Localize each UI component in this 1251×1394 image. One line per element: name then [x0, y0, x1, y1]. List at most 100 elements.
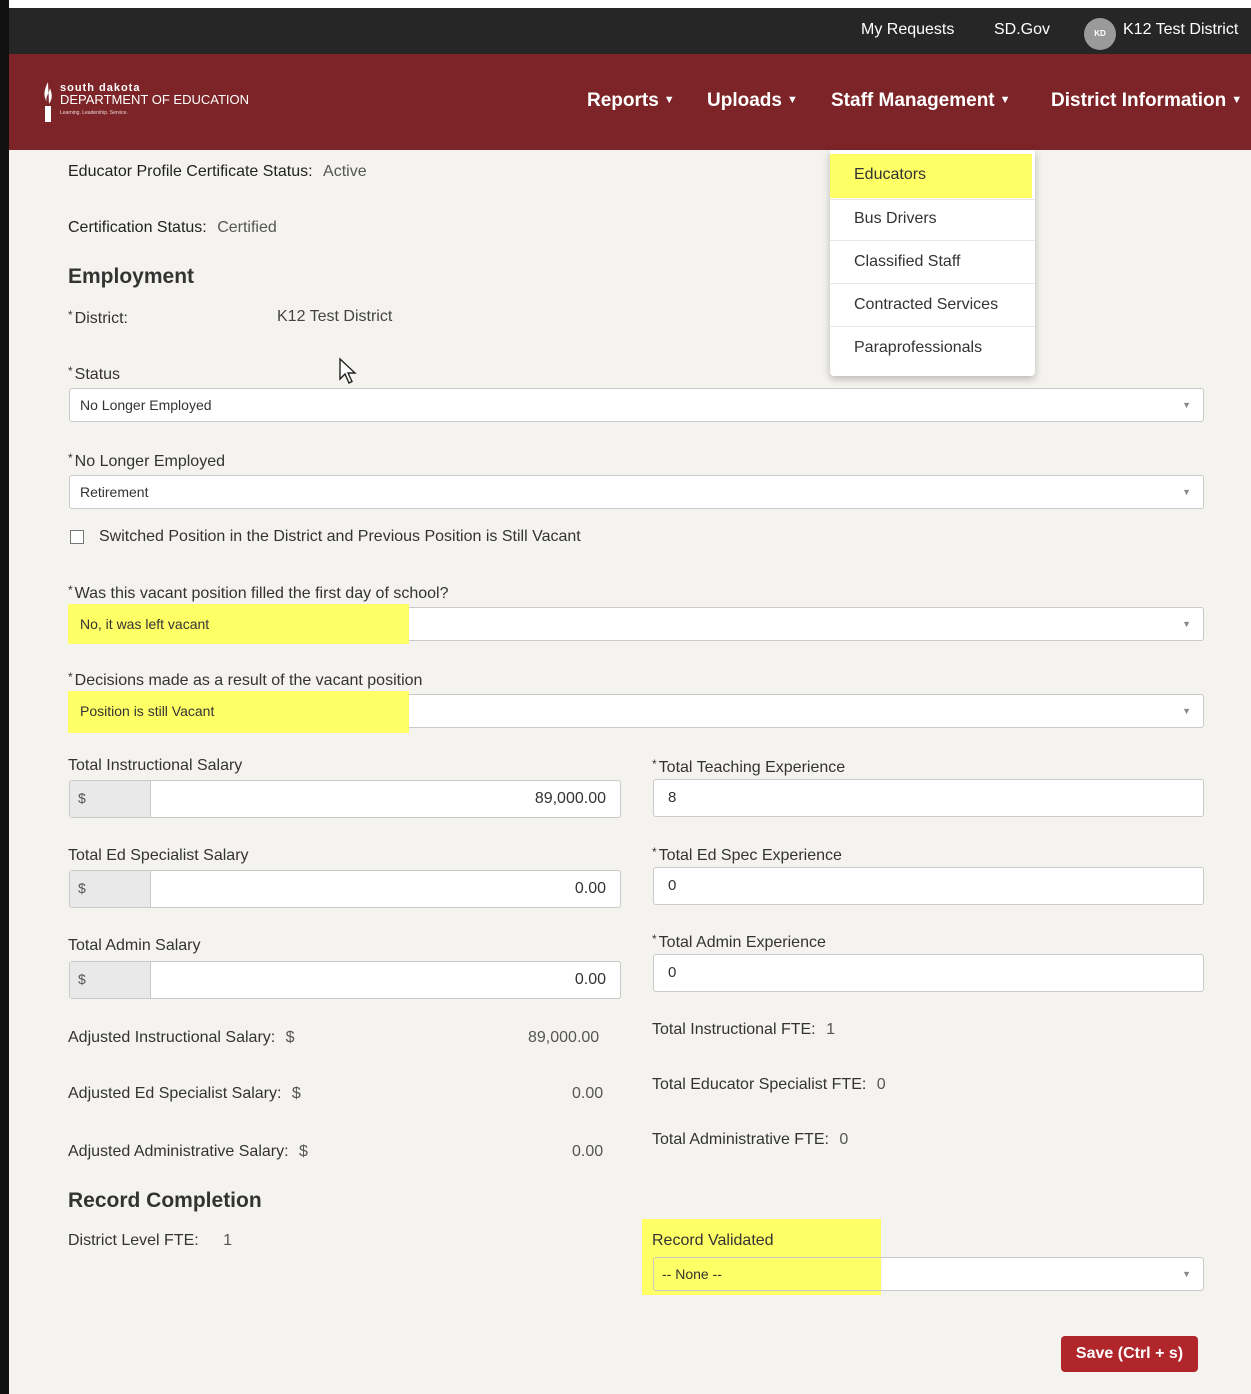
adj-admin-value: 0.00	[572, 1143, 604, 1160]
nav-uploads[interactable]: Uploads ▼	[707, 90, 798, 112]
instructional-salary-input[interactable]: $ 89,000.00	[69, 780, 621, 818]
status-select[interactable]: No Longer Employed ▼	[69, 388, 1204, 422]
ed-spec-exp-value: 0	[668, 877, 677, 894]
save-button[interactable]: Save (Ctrl + s)	[1061, 1336, 1198, 1372]
logo-line2: DEPARTMENT OF EDUCATION	[60, 92, 249, 107]
adj-instructional-label: Adjusted Instructional Salary:	[68, 1029, 276, 1046]
district-label: District:	[74, 310, 128, 327]
admin-fte-value: 0	[839, 1131, 849, 1148]
teaching-exp-label: Total Teaching Experience	[658, 759, 846, 776]
district-fte-row: District Level FTE: 1	[68, 1232, 232, 1250]
admin-salary-input[interactable]: $ 0.00	[69, 961, 621, 999]
vacant-filled-select[interactable]: No, it was left vacant ▼	[68, 604, 1204, 644]
nav-reports[interactable]: Reports ▼	[587, 90, 675, 112]
nle-label-row: * No Longer Employed	[68, 451, 225, 471]
nav-district-information[interactable]: District Information ▼	[1051, 90, 1242, 112]
record-validated-value: -- None --	[662, 1266, 722, 1282]
certification-row: Certification Status: Certified	[68, 219, 277, 237]
currency-addon: $	[70, 871, 151, 907]
menu-item-contracted-services[interactable]: Contracted Services	[830, 284, 1035, 327]
currency-addon: $	[70, 962, 151, 998]
teaching-exp-input[interactable]: 8	[653, 779, 1204, 817]
status-label-row: * Status	[68, 364, 120, 384]
currency-symbol: $	[78, 790, 86, 806]
menu-item-label: Bus Drivers	[854, 210, 937, 227]
district-value: K12 Test District	[277, 308, 393, 325]
top-utility-bar: My Requests SD.Gov KD K12 Test District	[9, 8, 1251, 54]
district-label-row: * District:	[68, 308, 128, 328]
caret-down-icon: ▼	[999, 94, 1011, 106]
adj-ed-spec-value: 0.00	[572, 1085, 604, 1102]
menu-item-classified-staff[interactable]: Classified Staff	[830, 241, 1035, 284]
ed-spec-salary-value: 0.00	[574, 880, 606, 897]
vacant-filled-label: Was this vacant position filled the firs…	[74, 585, 449, 602]
logo-tagline: Learning. Leadership. Service.	[60, 110, 128, 116]
teaching-exp-label-row: * Total Teaching Experience	[652, 757, 845, 777]
educator-spec-fte-value: 0	[876, 1076, 886, 1093]
adj-currency-symbol: $	[291, 1085, 301, 1102]
nle-label: No Longer Employed	[74, 453, 225, 470]
admin-salary-label: Total Admin Salary	[68, 937, 201, 954]
menu-item-educators[interactable]: Educators	[830, 154, 1035, 200]
nav-staff-management-label: Staff Management	[831, 90, 995, 111]
adj-instructional-value: 89,000.00	[528, 1029, 600, 1046]
record-validated-select[interactable]: -- None -- ▼	[653, 1257, 1204, 1291]
ed-spec-exp-input[interactable]: 0	[653, 867, 1204, 905]
admin-fte-label: Total Administrative FTE:	[652, 1131, 829, 1148]
menu-item-label: Paraprofessionals	[854, 339, 983, 356]
district-fte-value: 1	[223, 1232, 233, 1249]
employment-heading: Employment	[68, 265, 195, 288]
chevron-down-icon: ▼	[1182, 706, 1191, 716]
admin-exp-label-row: * Total Admin Experience	[652, 932, 826, 952]
required-marker: *	[68, 670, 73, 684]
decisions-value: Position is still Vacant	[80, 703, 215, 719]
admin-fte-row: Total Administrative FTE: 0	[652, 1131, 848, 1149]
switched-position-label: Switched Position in the District and Pr…	[99, 528, 581, 545]
instructional-salary-label: Total Instructional Salary	[68, 757, 243, 774]
admin-salary-value: 0.00	[574, 971, 606, 988]
ed-spec-exp-label: Total Ed Spec Experience	[658, 847, 842, 864]
user-menu-link[interactable]: K12 Test District	[1123, 21, 1238, 39]
staff-management-menu: Educators Bus Drivers Classified Staff C…	[830, 150, 1035, 376]
admin-exp-input[interactable]: 0	[653, 954, 1204, 992]
vacant-filled-label-row: * Was this vacant position filled the fir…	[68, 583, 448, 603]
status-select-value: No Longer Employed	[80, 397, 212, 413]
main-navbar: south dakota DEPARTMENT OF EDUCATION Lea…	[9, 54, 1251, 150]
nav-staff-management[interactable]: Staff Management ▼	[831, 90, 1011, 112]
status-label: Status	[74, 366, 121, 383]
record-validated-label: Record Validated	[652, 1232, 774, 1249]
ed-spec-salary-input[interactable]: $ 0.00	[69, 870, 621, 908]
adj-currency-symbol: $	[299, 1143, 308, 1160]
caret-down-icon: ▼	[663, 94, 675, 106]
adj-currency-symbol: $	[285, 1029, 295, 1046]
menu-item-label: Classified Staff	[854, 253, 961, 270]
instructional-fte-value: 1	[826, 1021, 835, 1038]
sd-gov-link[interactable]: SD.Gov	[994, 21, 1050, 39]
ed-spec-exp-label-row: * Total Ed Spec Experience	[652, 845, 842, 865]
caret-down-icon: ▼	[1231, 94, 1243, 106]
nle-reason-select[interactable]: Retirement ▼	[69, 475, 1204, 509]
decisions-select[interactable]: Position is still Vacant ▼	[68, 691, 1204, 733]
admin-exp-label: Total Admin Experience	[658, 934, 826, 951]
instructional-fte-label: Total Instructional FTE:	[652, 1021, 816, 1038]
cert-status-label: Educator Profile Certificate Status:	[68, 163, 313, 180]
adj-ed-spec-row: Adjusted Ed Specialist Salary: $	[68, 1085, 301, 1103]
certification-label: Certification Status:	[68, 219, 207, 236]
chevron-down-icon: ▼	[1182, 487, 1191, 497]
teaching-exp-value: 8	[668, 789, 677, 806]
decisions-label: Decisions made as a result of the vacant…	[74, 672, 423, 689]
my-requests-link[interactable]: My Requests	[861, 21, 954, 39]
menu-item-bus-drivers[interactable]: Bus Drivers	[830, 198, 1035, 241]
currency-symbol: $	[78, 880, 86, 896]
window-frame-left	[0, 0, 9, 1394]
required-marker: *	[68, 364, 73, 378]
avatar[interactable]: KD	[1084, 18, 1116, 50]
flame-icon	[44, 82, 52, 122]
menu-item-label: Contracted Services	[854, 296, 999, 313]
menu-item-paraprofessionals[interactable]: Paraprofessionals	[830, 327, 1035, 370]
currency-symbol: $	[78, 971, 86, 987]
switched-position-checkbox[interactable]	[70, 530, 84, 544]
nav-reports-label: Reports	[587, 90, 659, 111]
ed-spec-salary-label: Total Ed Specialist Salary	[68, 847, 249, 864]
nle-reason-value: Retirement	[80, 484, 149, 500]
